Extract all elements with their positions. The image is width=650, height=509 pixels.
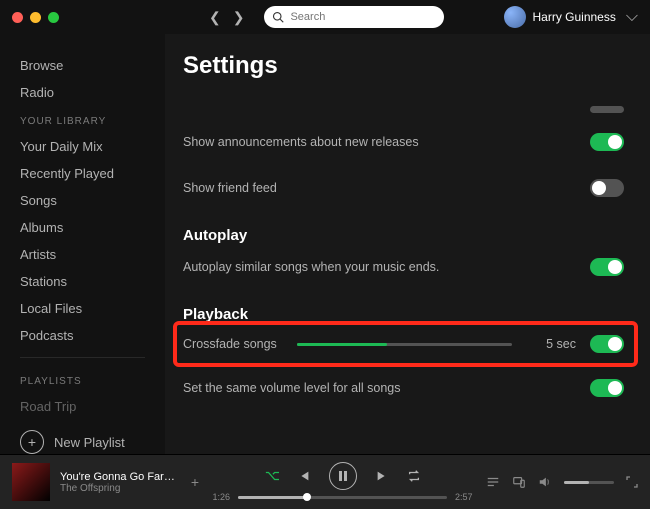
next-icon[interactable] [375, 469, 389, 483]
nav-forward-icon[interactable]: ❯ [233, 9, 245, 26]
queue-icon[interactable] [486, 475, 500, 489]
maximize-window[interactable] [48, 12, 59, 23]
sidebar-item-radio[interactable]: Radio [0, 79, 165, 106]
search-input[interactable] [290, 11, 436, 23]
setting-autoplay: Autoplay similar songs when your music e… [183, 244, 624, 290]
setting-friend-feed: Show friend feed [183, 165, 624, 211]
search-icon [272, 11, 284, 23]
progress-bar: 1:26 2:57 [213, 492, 473, 502]
nav-arrows: ❮ ❯ [209, 9, 244, 26]
play-pause-button[interactable] [329, 462, 357, 490]
window-controls [12, 12, 59, 23]
toggle-normalize[interactable] [590, 379, 624, 397]
setting-crossfade: Crossfade songs 5 sec [183, 323, 624, 365]
avatar [504, 6, 526, 28]
sidebar-item-podcasts[interactable]: Podcasts [0, 322, 165, 349]
repeat-icon[interactable] [407, 469, 421, 483]
section-autoplay: Autoplay [183, 227, 624, 244]
expand-icon[interactable] [626, 476, 638, 488]
settings-panel: Settings Show announcements about new re… [165, 34, 650, 454]
chevron-down-icon[interactable]: ⌵ [626, 8, 638, 26]
shuffle-icon[interactable] [265, 469, 279, 483]
sidebar-item-daily-mix[interactable]: Your Daily Mix [0, 133, 165, 160]
devices-icon[interactable] [512, 475, 526, 489]
album-art[interactable] [12, 463, 50, 501]
minimize-window[interactable] [30, 12, 41, 23]
volume-icon[interactable] [538, 475, 552, 489]
page-title: Settings [183, 52, 624, 80]
toggle-announcements[interactable] [590, 133, 624, 151]
toggle-autoplay[interactable] [590, 258, 624, 276]
user-menu[interactable]: Harry Guinness [504, 6, 615, 28]
volume-slider[interactable] [564, 481, 614, 484]
setting-label: Crossfade songs [183, 337, 283, 351]
setting-label: Autoplay similar songs when your music e… [183, 260, 439, 274]
pause-icon [338, 471, 348, 481]
time-duration: 2:57 [455, 492, 473, 502]
sidebar: Browse Radio YOUR LIBRARY Your Daily Mix… [0, 34, 165, 454]
titlebar: ❮ ❯ Harry Guinness ⌵ [0, 0, 650, 34]
sidebar-header-library: YOUR LIBRARY [0, 106, 165, 133]
nav-back-icon[interactable]: ❮ [209, 9, 221, 26]
sidebar-item-browse[interactable]: Browse [0, 52, 165, 79]
toggle-friend-feed[interactable] [590, 179, 624, 197]
track-artist[interactable]: The Offspring [60, 483, 175, 494]
search-box[interactable] [264, 6, 444, 28]
player-bar: You're Gonna Go Far… The Offspring + 1:2… [0, 454, 650, 509]
new-playlist-label: New Playlist [54, 435, 125, 450]
time-elapsed: 1:26 [213, 492, 231, 502]
sidebar-item-local-files[interactable]: Local Files [0, 295, 165, 322]
add-to-library-icon[interactable]: + [191, 474, 199, 490]
crossfade-slider[interactable] [297, 343, 512, 346]
playback-controls: 1:26 2:57 [209, 462, 476, 502]
sidebar-item-stations[interactable]: Stations [0, 268, 165, 295]
setting-label: Show friend feed [183, 181, 277, 195]
partial-toggle[interactable] [590, 106, 624, 113]
sidebar-item-playlist[interactable]: Road Trip [0, 393, 165, 420]
user-name: Harry Guinness [532, 10, 615, 24]
track-title[interactable]: You're Gonna Go Far… [60, 471, 175, 483]
sidebar-item-artists[interactable]: Artists [0, 241, 165, 268]
toggle-crossfade[interactable] [590, 335, 624, 353]
crossfade-value: 5 sec [526, 337, 576, 351]
setting-label: Set the same volume level for all songs [183, 381, 400, 395]
track-info: You're Gonna Go Far… The Offspring [60, 471, 175, 494]
sidebar-item-albums[interactable]: Albums [0, 214, 165, 241]
plus-icon: + [20, 430, 44, 454]
setting-normalize-volume: Set the same volume level for all songs [183, 365, 624, 411]
setting-label: Show announcements about new releases [183, 135, 419, 149]
sidebar-item-songs[interactable]: Songs [0, 187, 165, 214]
close-window[interactable] [12, 12, 23, 23]
sidebar-item-recently-played[interactable]: Recently Played [0, 160, 165, 187]
previous-icon[interactable] [297, 469, 311, 483]
sidebar-header-playlists: PLAYLISTS [0, 366, 165, 393]
new-playlist-button[interactable]: + New Playlist [0, 420, 165, 454]
section-playback: Playback [183, 306, 624, 323]
seek-slider[interactable] [238, 496, 447, 499]
setting-announcements: Show announcements about new releases [183, 119, 624, 165]
right-controls [486, 475, 638, 489]
